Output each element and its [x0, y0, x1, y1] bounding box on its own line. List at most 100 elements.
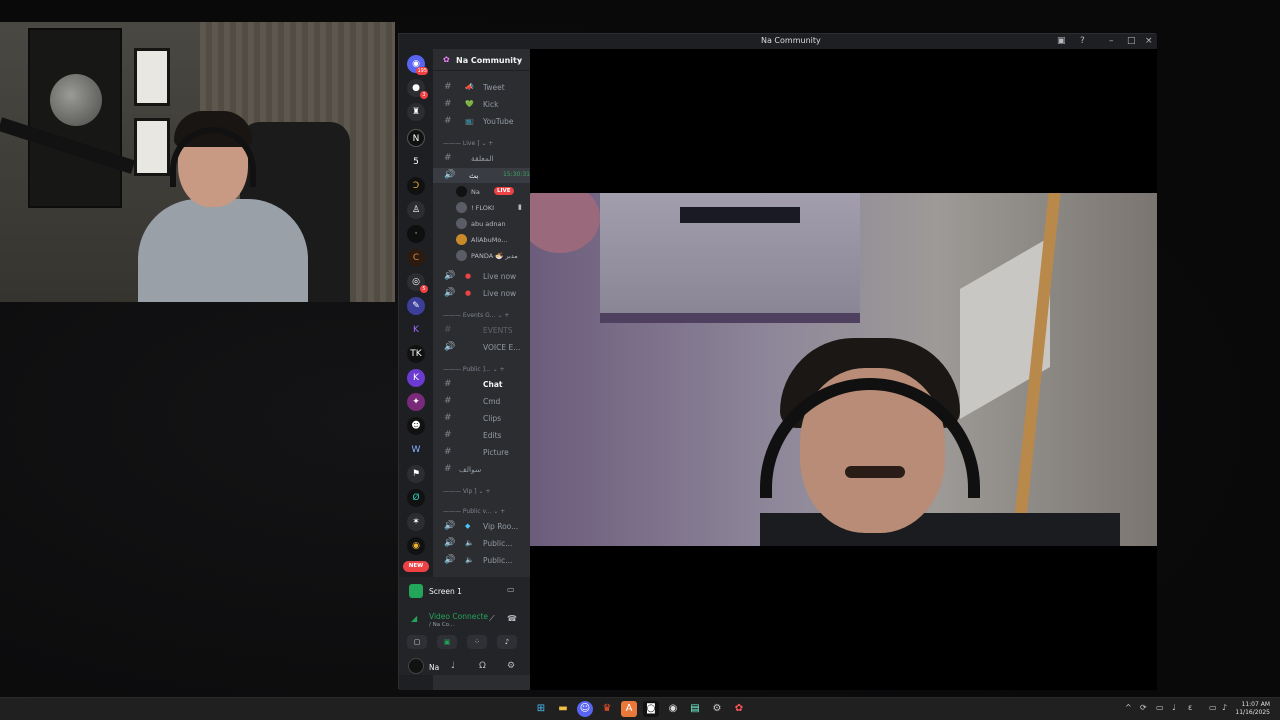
- new-badge[interactable]: NEW: [403, 561, 429, 572]
- voice-channel-public[interactable]: 🔊 🔈 Public...: [433, 536, 530, 551]
- voice-channel-live-now[interactable]: 🔊 ● Live now: [433, 286, 530, 301]
- popout-icon[interactable]: ▭: [507, 585, 515, 594]
- server-icon[interactable]: ◎ 5: [407, 273, 428, 293]
- app-icon[interactable]: ✿: [731, 701, 747, 717]
- stream-video[interactable]: [530, 193, 1157, 546]
- channel-clips[interactable]: # Clips: [433, 411, 530, 426]
- camera-toggle-button[interactable]: ▢: [407, 635, 427, 649]
- server-icon[interactable]: W: [407, 441, 425, 459]
- screen-share-button[interactable]: ▣: [437, 635, 457, 649]
- username: Na: [429, 663, 440, 672]
- video-sub: / Na Co...: [429, 622, 455, 628]
- taskbar: ⊞ ▬ ☺ ♛ A ◙ ◉ ▤ ⚙ ✿ ^ ⟳ ▭ ♩ ε ▭ ♪ 11:07 …: [0, 697, 1280, 720]
- channel-kick[interactable]: # 💚 Kick: [433, 97, 530, 112]
- channel-picture[interactable]: # Picture: [433, 445, 530, 460]
- brave-browser-icon[interactable]: ♛: [599, 701, 615, 717]
- server-folder[interactable]: 5: [407, 153, 425, 171]
- chevron-down-icon: ⌄: [517, 55, 523, 63]
- close-button[interactable]: ×: [1145, 36, 1153, 46]
- windows-start-icon[interactable]: ⊞: [533, 701, 549, 717]
- video-status[interactable]: Video Connecte: [429, 612, 488, 621]
- server-icon[interactable]: ♙: [407, 201, 425, 219]
- channel-arabic[interactable]: # المعلقة: [433, 151, 530, 166]
- notification-badge: 195: [416, 67, 428, 75]
- speaker-icon: 🔊: [444, 521, 456, 531]
- hash-icon: #: [444, 413, 452, 423]
- voice-user[interactable]: ! FLOKI ▮: [456, 200, 530, 216]
- server-icon[interactable]: ✎: [407, 297, 425, 315]
- guild-header[interactable]: Na Community ⌄ ✿: [433, 49, 530, 71]
- server-icon[interactable]: ✶: [407, 513, 425, 531]
- channel-cmd[interactable]: # Cmd: [433, 394, 530, 409]
- server-icon[interactable]: ◉: [407, 537, 425, 555]
- speaker-icon: 🔊: [444, 555, 456, 565]
- picture-frame: [134, 48, 170, 106]
- tray-icon[interactable]: ⟳: [1140, 703, 1147, 712]
- channel-chat[interactable]: # Chat: [433, 377, 530, 392]
- app-icon[interactable]: ◙: [643, 701, 659, 717]
- activities-button[interactable]: ⁘: [467, 635, 487, 649]
- channel-edits[interactable]: # Edits: [433, 428, 530, 443]
- channel-events[interactable]: # EVENTS: [433, 323, 530, 338]
- moon-poster: [28, 28, 122, 208]
- terminal-icon[interactable]: ▤: [687, 701, 703, 717]
- chevron-up-icon[interactable]: ^: [1125, 703, 1132, 712]
- network-icon[interactable]: ▭: [1209, 703, 1217, 712]
- noise-suppression-icon[interactable]: ⟋: [489, 614, 495, 624]
- disconnect-icon[interactable]: ☎: [507, 614, 517, 623]
- discord-icon[interactable]: ☺: [577, 701, 593, 717]
- server-icon[interactable]: ·: [407, 225, 425, 243]
- hash-icon: #: [444, 153, 452, 163]
- channel-tweet[interactable]: # 📣 Tweet: [433, 80, 530, 95]
- server-icon[interactable]: ⚑: [407, 465, 425, 483]
- channel-arabic-2[interactable]: # سوالف: [433, 462, 530, 477]
- voice-user[interactable]: abu adnan: [456, 216, 530, 232]
- server-icon[interactable]: ♜: [407, 103, 425, 121]
- server-icon[interactable]: K: [407, 321, 425, 339]
- voice-channel-active[interactable]: 🔊 بث 15:30:31: [433, 168, 530, 183]
- speaker-icon: 🔊: [444, 538, 456, 548]
- channel-youtube[interactable]: # 📺 YouTube: [433, 114, 530, 129]
- tray-icon[interactable]: ▭: [1156, 703, 1164, 712]
- voice-user[interactable]: AliAbuMo...: [456, 232, 530, 248]
- settings-icon[interactable]: ⚙: [709, 701, 725, 717]
- inbox-icon[interactable]: ▣: [1057, 36, 1066, 46]
- tray-icon[interactable]: ε: [1188, 703, 1192, 712]
- server-icon[interactable]: Ↄ: [407, 177, 425, 195]
- avatar[interactable]: [408, 658, 424, 674]
- home-button[interactable]: ◉ 195: [407, 55, 428, 75]
- stream-view[interactable]: [530, 49, 1157, 690]
- red-dot-icon: ●: [465, 289, 472, 297]
- server-na-community[interactable]: N: [407, 129, 425, 147]
- server-icon[interactable]: TK: [407, 345, 425, 363]
- volume-icon[interactable]: ♪: [1222, 703, 1227, 712]
- gear-icon[interactable]: ⚙: [507, 661, 515, 671]
- server-icon[interactable]: K: [407, 369, 425, 387]
- soundboard-button[interactable]: ♪: [497, 635, 517, 649]
- obs-icon[interactable]: ◉: [665, 701, 681, 717]
- category-vip[interactable]: ——— Vip ] ⌄ +: [443, 488, 530, 500]
- server-icon[interactable]: ✦: [407, 393, 425, 411]
- server-icon[interactable]: Ø: [407, 489, 425, 507]
- hash-icon: #: [444, 116, 452, 126]
- voice-user[interactable]: PANDA 🍜 مدبر: [456, 248, 530, 264]
- avatar: [456, 186, 467, 197]
- server-icon[interactable]: ☻: [407, 417, 425, 435]
- mic-icon[interactable]: ♩: [451, 661, 455, 671]
- avatar: [456, 250, 467, 261]
- app-icon[interactable]: A: [621, 701, 637, 717]
- voice-channel-public[interactable]: 🔊 🔈 Public...: [433, 553, 530, 568]
- server-icon[interactable]: C: [407, 249, 425, 267]
- voice-user[interactable]: Na LIVE: [456, 184, 530, 200]
- voice-channel-voice-events[interactable]: 🔊 VOICE E...: [433, 340, 530, 355]
- help-icon[interactable]: ?: [1080, 36, 1085, 46]
- server-icon[interactable]: ● 3: [407, 79, 428, 99]
- mic-icon[interactable]: ♩: [1172, 703, 1176, 712]
- voice-channel-live-now[interactable]: 🔊 ● Live now: [433, 269, 530, 284]
- voice-channel-vip-room[interactable]: 🔊 ◆ Vip Roo...: [433, 519, 530, 534]
- maximize-button[interactable]: □: [1127, 36, 1136, 46]
- file-explorer-icon[interactable]: ▬: [555, 701, 571, 717]
- system-clock[interactable]: 11:07 AM 11/16/2025: [1235, 701, 1270, 717]
- headphones-icon[interactable]: Ω: [479, 661, 486, 671]
- minimize-button[interactable]: –: [1109, 36, 1114, 46]
